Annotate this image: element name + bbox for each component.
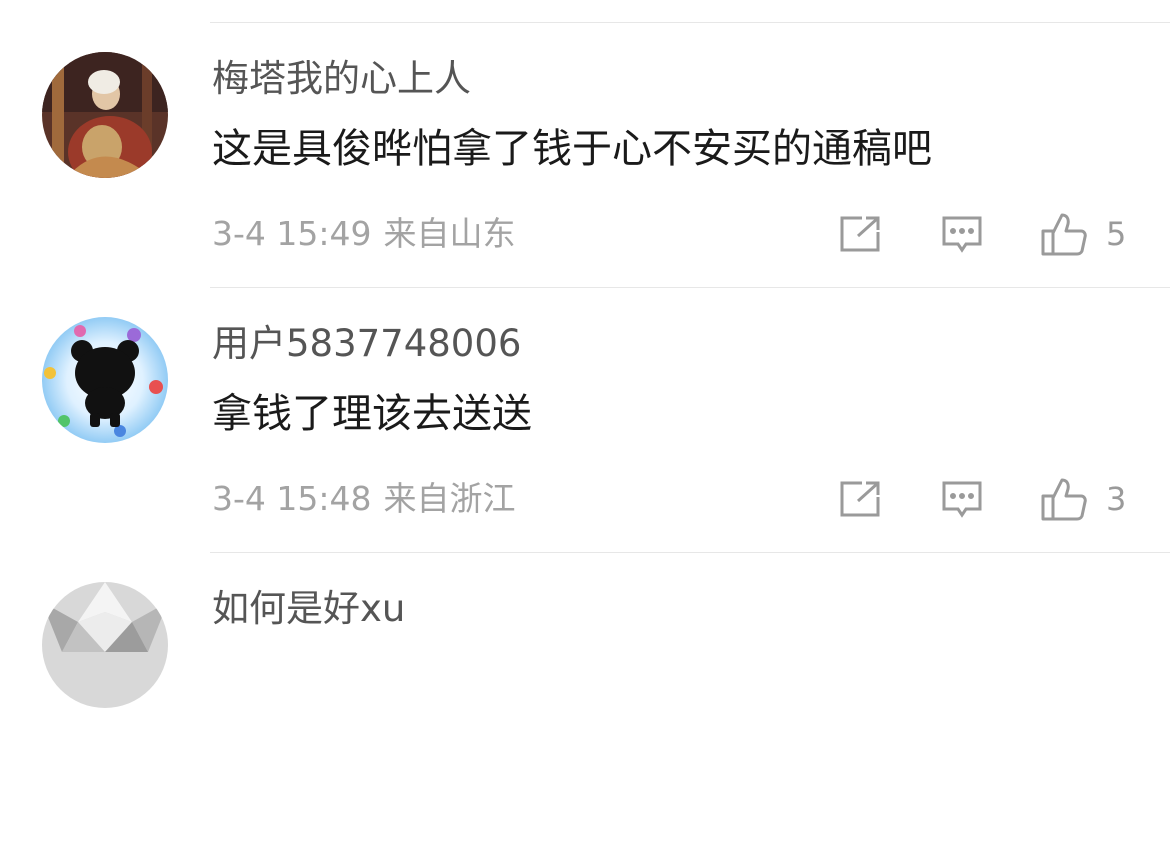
comment-item: 如何是好xu <box>0 582 1170 847</box>
thumbs-up-icon <box>1040 211 1088 257</box>
avatar[interactable] <box>42 582 168 708</box>
share-button[interactable] <box>838 477 882 521</box>
reply-button[interactable] <box>940 212 984 256</box>
comment-item: 梅塔我的心上人 这是具俊晔怕拿了钱于心不安买的通稿吧 3-4 15:49 来自山东 <box>0 52 1170 317</box>
comment-divider <box>210 552 1170 553</box>
comment-icon <box>940 479 984 519</box>
comment-meta: 3-4 15:48 来自浙江 <box>212 477 516 521</box>
comment-meta: 3-4 15:49 来自山东 <box>212 212 516 256</box>
comment-item: 用户5837748006 拿钱了理该去送送 3-4 15:48 来自浙江 3 <box>0 317 1170 582</box>
thumbs-up-icon <box>1040 476 1088 522</box>
share-icon <box>838 479 882 519</box>
comment-username[interactable]: 用户5837748006 <box>212 320 521 368</box>
comment-icon <box>940 214 984 254</box>
comment-time: 3-4 15:49 <box>212 214 372 253</box>
comment-time: 3-4 15:48 <box>212 479 372 518</box>
avatar[interactable] <box>42 52 168 178</box>
share-icon <box>838 214 882 254</box>
comment-username[interactable]: 如何是好xu <box>212 585 405 633</box>
comment-location: 来自山东 <box>383 214 516 253</box>
comment-text[interactable]: 这是具俊晔怕拿了钱于心不安买的通稿吧 <box>212 122 932 176</box>
avatar[interactable] <box>42 317 168 443</box>
share-button[interactable] <box>838 212 882 256</box>
comment-text[interactable]: 拿钱了理该去送送 <box>212 387 532 441</box>
comment-location: 来自浙江 <box>383 479 516 518</box>
like-button[interactable]: 5 <box>1040 212 1126 256</box>
like-count: 5 <box>1106 215 1127 253</box>
top-divider <box>210 22 1170 23</box>
comment-username[interactable]: 梅塔我的心上人 <box>212 55 471 103</box>
reply-button[interactable] <box>940 477 984 521</box>
like-count: 3 <box>1106 480 1127 518</box>
like-button[interactable]: 3 <box>1040 477 1126 521</box>
comment-divider <box>210 287 1170 288</box>
